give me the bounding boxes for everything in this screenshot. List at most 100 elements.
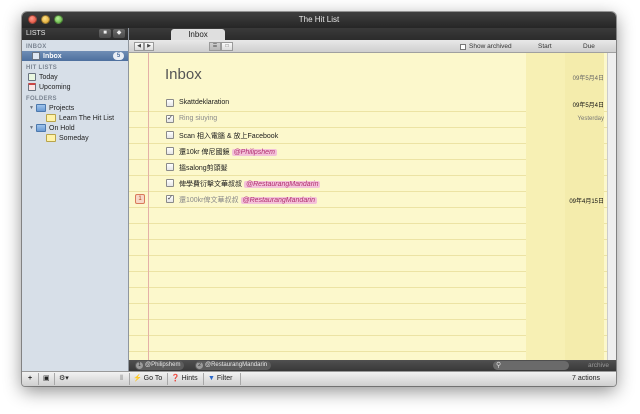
- folder-icon: [36, 124, 46, 132]
- tag-filter-philipshem[interactable]: 1 @Philipshem: [135, 361, 185, 370]
- task-row[interactable]: ✓ Ring siuying Yesterday: [129, 111, 604, 127]
- divider: [167, 373, 168, 385]
- sidebar-header-label: LISTS: [26, 30, 46, 37]
- task-title[interactable]: 還10kr 俾尼國鏡 @Philipshem: [179, 147, 277, 157]
- tag-label: @RestaurangMandarin: [205, 362, 268, 368]
- divider: [38, 373, 39, 385]
- sidebar: LISTS ■ ◆ INBOX Inbox 5 HIT LISTS Today …: [22, 28, 129, 371]
- task-title[interactable]: Ring siuying: [179, 115, 217, 122]
- tab-bar: Inbox: [129, 28, 616, 40]
- task-row[interactable]: 還10kr 俾尼國鏡 @Philipshem: [129, 143, 604, 159]
- sidebar-item-on-hold[interactable]: ▼ On Hold: [22, 123, 128, 133]
- bottom-bar: + ▣ ⚙▾ ⦀ ⚡ Go To ❓ Hints ▼ Filter 7 acti…: [22, 371, 616, 386]
- task-row[interactable]: Scan 相入電腦 & 放上Facebook: [129, 127, 604, 143]
- show-archived-label: Show archived: [469, 43, 512, 50]
- column-header-start[interactable]: Start: [538, 43, 552, 50]
- toolbar: ◀ ▶ ☰ □ Show archived Start Due: [129, 40, 616, 53]
- section-inbox-label: INBOX: [26, 44, 47, 50]
- search-icon: ⚲: [496, 362, 502, 369]
- task-row[interactable]: 搵salong剪頭髮: [129, 159, 604, 175]
- forward-icon[interactable]: ▶: [144, 42, 154, 51]
- tag-filter-restaurangmandarin[interactable]: 2 @RestaurangMandarin: [195, 361, 272, 370]
- tab-inbox[interactable]: Inbox: [171, 29, 225, 40]
- task-checkbox[interactable]: [166, 163, 174, 171]
- task-checkbox[interactable]: [166, 99, 174, 107]
- add-list-button[interactable]: +: [28, 374, 32, 384]
- folder-icon: [36, 104, 46, 112]
- task-checkbox[interactable]: [166, 179, 174, 187]
- context-tag[interactable]: @RestaurangMandarin: [240, 197, 317, 204]
- inbox-icon: [32, 52, 40, 60]
- search-input[interactable]: ⚲: [493, 361, 569, 370]
- tag-label: @Philipshem: [145, 362, 181, 368]
- column-header-due[interactable]: Due: [583, 43, 595, 50]
- sidebar-item-label: Learn The Hit List: [59, 114, 115, 122]
- section-hitlists-label: HIT LISTS: [26, 65, 58, 71]
- new-folder-icon[interactable]: ▣: [43, 374, 50, 384]
- sidebar-item-label: Upcoming: [39, 83, 71, 91]
- show-archived-toggle[interactable]: Show archived: [460, 43, 512, 50]
- inbox-count-badge: 5: [113, 52, 124, 60]
- card-view-icon[interactable]: □: [221, 42, 233, 51]
- resize-handle-icon[interactable]: ⦀: [120, 374, 123, 384]
- context-tag[interactable]: @RestaurangMandarin: [244, 181, 321, 188]
- task-row[interactable]: 1 ✓ 還100kr俾文華叔叔 @RestaurangMandarin 09年4月…: [129, 191, 604, 207]
- today-icon: [28, 73, 36, 81]
- folder-icon[interactable]: ■: [99, 29, 111, 38]
- task-title[interactable]: 搵salong剪頭髮: [179, 163, 228, 173]
- list-view-icon[interactable]: ☰: [209, 42, 221, 51]
- divider: [54, 373, 55, 385]
- sidebar-item-today[interactable]: Today: [22, 72, 128, 82]
- sidebar-item-label: Someday: [59, 134, 89, 142]
- window-title: The Hit List: [298, 15, 340, 24]
- task-checkbox[interactable]: [166, 131, 174, 139]
- sidebar-item-projects[interactable]: ▼ Projects: [22, 103, 128, 113]
- task-due-date: 09年5月4日: [572, 103, 604, 109]
- sidebar-item-someday[interactable]: Someday: [22, 133, 128, 143]
- tag-icon[interactable]: ◆: [113, 29, 125, 38]
- task-pad: Inbox 09年5月4日 Skattdeklaration 09年5月4日 ✓…: [129, 53, 616, 360]
- sidebar-item-label: On Hold: [49, 124, 75, 132]
- divider: [129, 373, 130, 385]
- goto-button[interactable]: ⚡ Go To: [133, 374, 162, 384]
- sidebar-item-learn-the-hit-list[interactable]: Learn The Hit List: [22, 113, 128, 123]
- back-icon[interactable]: ◀: [134, 42, 144, 51]
- lightning-icon: ⚡: [133, 375, 142, 382]
- sidebar-header: LISTS ■ ◆: [22, 28, 128, 40]
- task-checkbox-checked[interactable]: ✓: [166, 115, 174, 123]
- task-due-date: 09年4月15日: [569, 199, 604, 205]
- list-icon: [46, 134, 56, 142]
- sidebar-item-label: Inbox: [43, 52, 62, 60]
- task-title[interactable]: 還100kr俾文華叔叔 @RestaurangMandarin: [179, 195, 317, 205]
- task-checkbox[interactable]: [166, 147, 174, 155]
- sidebar-item-inbox[interactable]: Inbox 5: [22, 51, 128, 61]
- gear-menu-icon[interactable]: ⚙▾: [59, 374, 69, 384]
- app-window: The Hit List LISTS ■ ◆ INBOX Inbox 5 HIT…: [22, 12, 616, 386]
- task-title[interactable]: 俾學費衍擊文華叔叔 @RestaurangMandarin: [179, 179, 321, 189]
- task-title[interactable]: Skattdeklaration: [179, 99, 229, 106]
- list-heading: Inbox: [165, 66, 202, 83]
- sidebar-item-upcoming[interactable]: Upcoming: [22, 82, 128, 92]
- task-title[interactable]: Scan 相入電腦 & 放上Facebook: [179, 131, 278, 141]
- sidebar-item-label: Today: [39, 73, 58, 81]
- priority-badge[interactable]: 1: [135, 194, 145, 204]
- context-tag[interactable]: @Philipshem: [231, 149, 277, 156]
- disclosure-triangle-icon[interactable]: ▼: [29, 105, 35, 111]
- hints-button[interactable]: ❓ Hints: [171, 374, 198, 384]
- list-icon: [46, 114, 56, 122]
- task-row[interactable]: 俾學費衍擊文華叔叔 @RestaurangMandarin: [129, 175, 604, 191]
- scrollbar[interactable]: [607, 53, 616, 360]
- section-folders-label: FOLDERS: [26, 96, 57, 102]
- tag-number: 1: [136, 362, 143, 369]
- show-archived-checkbox[interactable]: [460, 43, 466, 50]
- task-checkbox-checked[interactable]: ✓: [166, 195, 174, 203]
- sidebar-item-label: Projects: [49, 104, 75, 112]
- task-due-date: Yesterday: [577, 116, 604, 122]
- task-row[interactable]: Skattdeklaration 09年5月4日: [129, 95, 604, 111]
- disclosure-triangle-icon[interactable]: ▼: [29, 125, 35, 131]
- title-bar: The Hit List: [22, 12, 616, 28]
- filter-button[interactable]: ▼ Filter: [208, 374, 232, 384]
- divider: [240, 373, 241, 385]
- divider: [203, 373, 204, 385]
- archive-button[interactable]: archive: [588, 362, 609, 369]
